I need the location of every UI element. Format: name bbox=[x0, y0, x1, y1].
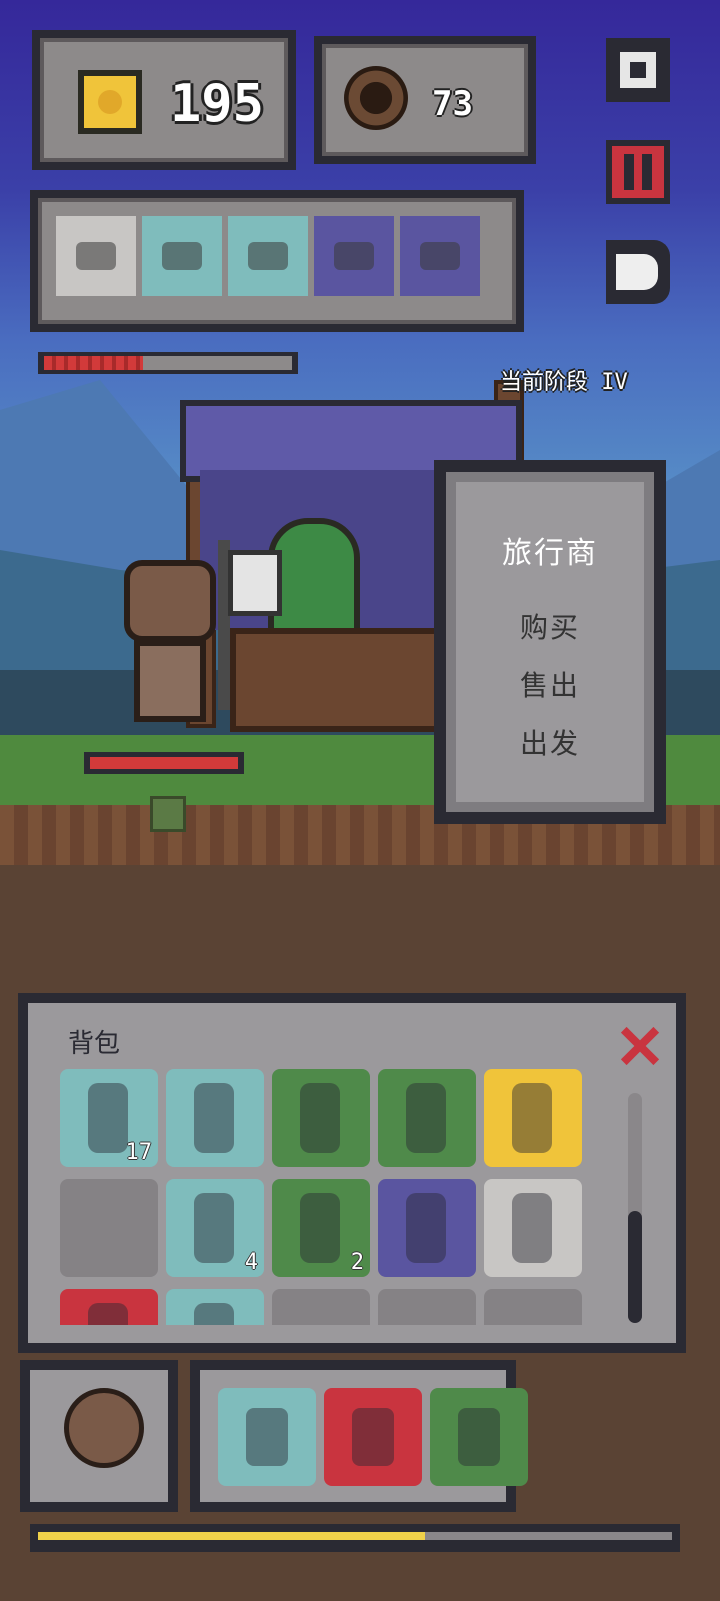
shard-icon[interactable] bbox=[430, 1388, 528, 1486]
inventory-slot[interactable]: 4 bbox=[166, 1179, 264, 1277]
speed-button[interactable] bbox=[606, 240, 670, 304]
inventory-slot[interactable] bbox=[60, 1289, 158, 1325]
merchant-menu-body: 旅行商 购买 售出 出发 bbox=[456, 482, 644, 802]
cloth-icon[interactable] bbox=[400, 216, 480, 296]
inventory-slot[interactable] bbox=[166, 1069, 264, 1167]
gold-panel: 195 bbox=[32, 30, 296, 170]
gold-amount: 195 bbox=[170, 74, 264, 134]
scrollbar-thumb[interactable] bbox=[628, 1211, 642, 1323]
inventory-slot[interactable]: 2 bbox=[272, 1179, 370, 1277]
empty-slot[interactable] bbox=[484, 1289, 582, 1325]
depart-button[interactable]: 出发 bbox=[456, 722, 644, 762]
player-hp-bar bbox=[38, 352, 298, 374]
inventory-scrollbar[interactable] bbox=[628, 1093, 642, 1323]
equipment-glyph bbox=[334, 242, 374, 270]
resource-panel: 73 bbox=[314, 36, 536, 164]
red-potion-icon bbox=[406, 1083, 446, 1153]
jaw-trap-icon[interactable] bbox=[142, 216, 222, 296]
resource-amount: 73 bbox=[432, 84, 473, 124]
barrel-icon[interactable] bbox=[56, 216, 136, 296]
inventory-slot[interactable]: 17 bbox=[60, 1069, 158, 1167]
hero-face-icon bbox=[64, 1388, 144, 1468]
equipment-glyph bbox=[248, 242, 288, 270]
bowl-icon[interactable] bbox=[314, 216, 394, 296]
buy-button[interactable]: 购买 bbox=[456, 606, 644, 646]
axe-blade bbox=[228, 550, 282, 616]
hide-icon bbox=[512, 1193, 552, 1263]
xp-bar bbox=[30, 1524, 680, 1552]
coin-icon bbox=[78, 70, 142, 134]
inventory-slot[interactable] bbox=[484, 1069, 582, 1167]
bottle-icon bbox=[194, 1303, 234, 1325]
dagger-icon bbox=[300, 1193, 340, 1263]
bandage-icon[interactable] bbox=[228, 216, 308, 296]
bow-icon[interactable] bbox=[218, 1388, 316, 1486]
xp-empty bbox=[424, 1532, 672, 1540]
hero-helmet bbox=[124, 560, 216, 642]
equipment-bar bbox=[30, 190, 524, 332]
sell-button[interactable]: 售出 bbox=[456, 664, 644, 704]
inventory-slot[interactable] bbox=[484, 1179, 582, 1277]
merchant-title: 旅行商 bbox=[502, 536, 598, 571]
torch-icon bbox=[512, 1083, 552, 1153]
hp-fill bbox=[44, 356, 144, 370]
sword-icon[interactable] bbox=[324, 1388, 422, 1486]
salt-pile-icon bbox=[88, 1083, 128, 1153]
amethyst-icon bbox=[406, 1193, 446, 1263]
empty-slot[interactable] bbox=[378, 1289, 476, 1325]
inventory-title: 背包 bbox=[68, 1029, 121, 1059]
merchant-menu: 旅行商 购买 售出 出发 bbox=[434, 460, 666, 824]
resource-icon bbox=[344, 66, 408, 130]
inventory-slot[interactable] bbox=[378, 1179, 476, 1277]
inventory-panel: 背包 17 4 2 bbox=[18, 993, 686, 1353]
weapon-glyph bbox=[246, 1408, 288, 1466]
item-count: 2 bbox=[350, 1250, 364, 1275]
stage-label: 当前阶段 IV bbox=[500, 370, 628, 395]
blue-potion-icon bbox=[300, 1083, 340, 1153]
pause-button[interactable] bbox=[606, 140, 670, 204]
hero-portrait[interactable] bbox=[20, 1360, 178, 1512]
inventory-slot[interactable] bbox=[378, 1069, 476, 1167]
empty-slot[interactable] bbox=[60, 1179, 158, 1277]
item-count: 4 bbox=[244, 1250, 258, 1275]
close-icon[interactable] bbox=[620, 1027, 658, 1065]
weapon-bar bbox=[190, 1360, 528, 1512]
vial-icon bbox=[194, 1083, 234, 1153]
inventory-grid: 17 4 2 bbox=[60, 1069, 588, 1325]
hp-empty bbox=[143, 356, 292, 370]
weapon-glyph bbox=[458, 1408, 500, 1466]
purple-orb-icon bbox=[88, 1303, 128, 1325]
ground-marker-icon bbox=[150, 796, 186, 832]
weapon-bar-body bbox=[200, 1370, 528, 1502]
merchant-menu-frame: 旅行商 购买 售出 出发 bbox=[446, 472, 654, 812]
hero-character bbox=[120, 540, 216, 722]
inventory-slot[interactable] bbox=[272, 1069, 370, 1167]
equipment-glyph bbox=[162, 242, 202, 270]
equipment-glyph bbox=[420, 242, 460, 270]
hero-portrait-frame bbox=[30, 1370, 168, 1502]
hero-body bbox=[134, 640, 206, 722]
settings-button[interactable] bbox=[606, 38, 670, 102]
axe-icon bbox=[204, 540, 282, 710]
hero-hp-bar bbox=[84, 752, 244, 774]
inventory-slot[interactable] bbox=[166, 1289, 264, 1325]
item-count: 17 bbox=[125, 1140, 153, 1165]
empty-slot[interactable] bbox=[272, 1289, 370, 1325]
inventory-body: 背包 17 4 2 bbox=[28, 1003, 676, 1343]
crystal-icon bbox=[194, 1193, 234, 1263]
equipment-glyph bbox=[76, 242, 116, 270]
weapon-glyph bbox=[352, 1408, 394, 1466]
xp-fill bbox=[38, 1532, 425, 1540]
